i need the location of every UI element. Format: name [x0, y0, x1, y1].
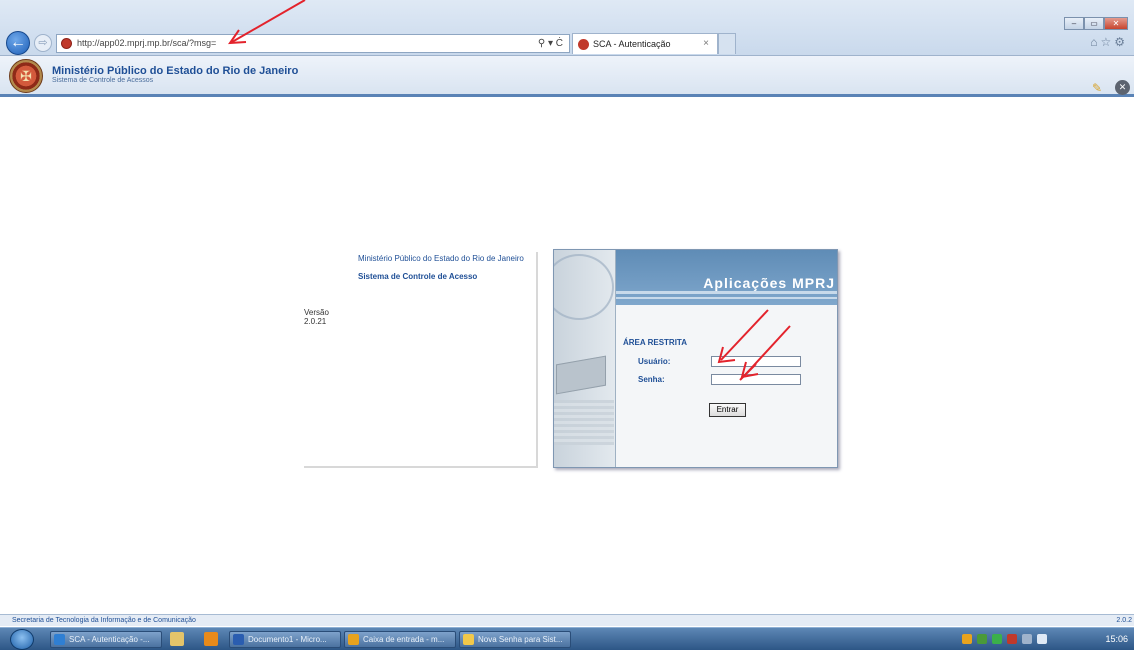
site-favicon-icon — [61, 38, 72, 49]
restricted-area-label: ÁREA RESTRITA — [623, 338, 687, 347]
page-footer: Secretaria de Tecnologia da Informação e… — [0, 614, 1134, 626]
seal-watermark-icon — [554, 254, 614, 320]
exit-icon[interactable]: ✕ — [1115, 80, 1130, 95]
tab-favicon-icon — [578, 39, 589, 50]
version-number: 2.0.21 — [304, 317, 327, 326]
header-subtitle: Sistema de Controle de Acessos — [52, 77, 154, 84]
info-org-name: Ministério Público do Estado do Rio de J… — [358, 254, 524, 263]
task-sca[interactable]: SCA - Autenticação -... — [50, 631, 162, 648]
login-side-image — [554, 250, 616, 467]
system-tray — [962, 634, 1047, 644]
word-icon — [233, 634, 244, 645]
tray-outlook-icon[interactable] — [962, 634, 972, 644]
version-label: Versão — [304, 308, 329, 317]
minimize-button[interactable]: – — [1064, 17, 1084, 30]
tray-alert-icon[interactable] — [1007, 634, 1017, 644]
keyboard-image-icon — [554, 400, 614, 445]
new-tab-button[interactable] — [718, 33, 736, 54]
taskbar: SCA - Autenticação -... Documento1 - Mic… — [0, 627, 1134, 650]
footer-text: Secretaria de Tecnologia da Informação e… — [12, 617, 196, 624]
tab-sca-autenticacao[interactable]: SCA - Autenticação × — [572, 33, 718, 54]
task-outlook[interactable]: Caixa de entrada - m... — [344, 631, 456, 648]
username-label: Usuário: — [638, 357, 671, 366]
task-email[interactable]: Nova Senha para Sist... — [459, 631, 571, 648]
address-bar[interactable]: http://app02.mprj.mp.br/sca/?msg= ⚲ ▾ Ċ — [56, 34, 570, 53]
start-button[interactable] — [10, 629, 34, 650]
login-title: Aplicações MPRJ — [703, 275, 835, 291]
site-header: ✠ Ministério Público do Estado do Rio de… — [0, 56, 1134, 97]
forward-icon[interactable]: ⇨ — [34, 34, 52, 52]
home-favorites-tools-icon[interactable]: ⌂☆⚙ — [1090, 35, 1128, 49]
maximize-button[interactable]: ▭ — [1084, 17, 1104, 30]
ie-icon — [54, 634, 65, 645]
info-system-name: Sistema de Controle de Acesso — [358, 272, 478, 281]
volume-icon[interactable] — [1037, 634, 1047, 644]
tray-network-icon[interactable] — [977, 634, 987, 644]
url-text: http://app02.mprj.mp.br/sca/?msg= — [77, 38, 217, 48]
submit-button[interactable]: Entrar — [709, 403, 746, 417]
window-controls: – ▭ ✕ — [1064, 17, 1128, 30]
tray-security-icon[interactable] — [992, 634, 1002, 644]
envelope-icon — [463, 634, 474, 645]
login-panel: Aplicações MPRJ ÁREA RESTRITA Usuário: S… — [553, 249, 838, 468]
browser-chrome: ← ⇨ http://app02.mprj.mp.br/sca/?msg= ⚲ … — [0, 0, 1134, 56]
tab-close-icon[interactable]: × — [703, 34, 709, 54]
window-close-button[interactable]: ✕ — [1104, 17, 1128, 30]
username-input[interactable] — [711, 356, 801, 367]
password-input[interactable] — [711, 374, 801, 385]
monitor-image-icon — [556, 355, 606, 395]
back-icon[interactable]: ← — [6, 31, 30, 55]
media-player-icon[interactable] — [204, 632, 218, 646]
tab-title: SCA - Autenticação — [593, 39, 671, 49]
mprj-logo-icon: ✠ — [9, 59, 43, 93]
key-icon[interactable]: ✎ — [1092, 81, 1108, 95]
task-word[interactable]: Documento1 - Micro... — [229, 631, 341, 648]
footer-version: 2.0.2 — [1116, 617, 1132, 624]
search-refresh-icon[interactable]: ⚲ ▾ Ċ — [538, 35, 563, 52]
tray-display-icon[interactable] — [1022, 634, 1032, 644]
info-panel: Ministério Público do Estado do Rio de J… — [304, 252, 538, 468]
password-label: Senha: — [638, 375, 665, 384]
header-org-name: Ministério Público do Estado do Rio de J… — [52, 65, 299, 77]
explorer-icon[interactable] — [170, 632, 184, 646]
outlook-icon — [348, 634, 359, 645]
clock[interactable]: 15:06 — [1105, 631, 1128, 648]
